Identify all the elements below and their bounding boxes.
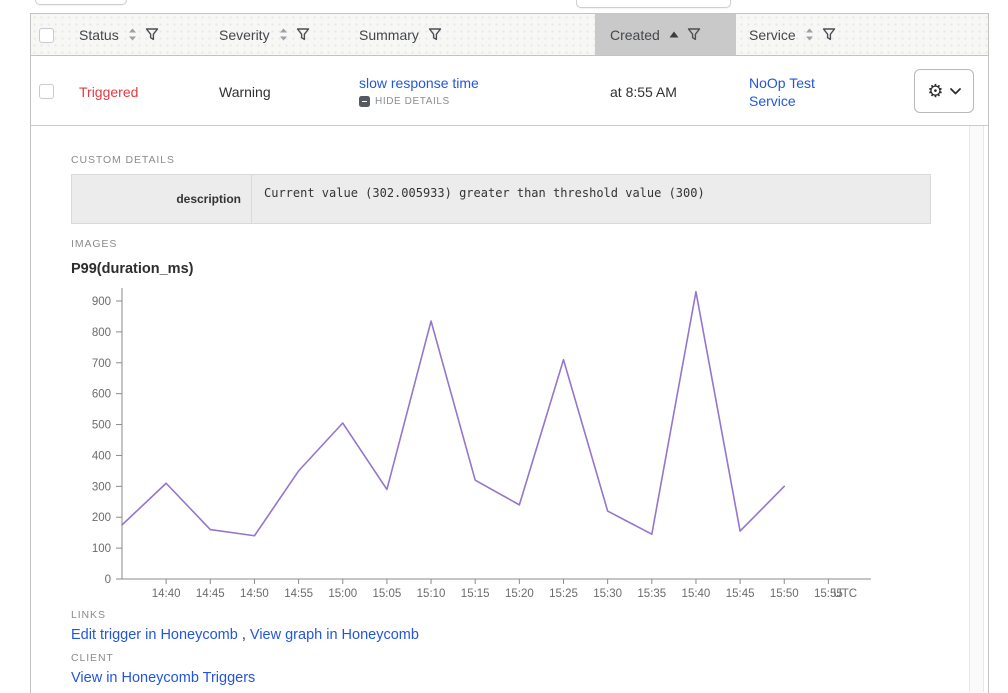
- status-value: Triggered: [79, 84, 138, 100]
- images-label: IMAGES: [71, 238, 988, 250]
- svg-text:100: 100: [92, 543, 111, 555]
- sort-both-icon[interactable]: [279, 28, 288, 41]
- sort-both-icon[interactable]: [805, 28, 814, 41]
- svg-text:15:05: 15:05: [373, 588, 402, 600]
- column-header-status[interactable]: Status: [79, 14, 159, 55]
- svg-text:14:55: 14:55: [284, 588, 313, 600]
- table-header-row: Status Severity Summary: [31, 14, 988, 56]
- client-line: View in Honeycomb Triggers: [71, 670, 988, 686]
- svg-text:400: 400: [92, 450, 111, 462]
- alerts-table: Status Severity Summary: [30, 13, 989, 693]
- collapse-minus-icon: [359, 96, 370, 107]
- alert-details-panel: CUSTOM DETAILS description Current value…: [31, 126, 988, 692]
- links-line: Edit trigger in Honeycomb , View graph i…: [71, 627, 988, 643]
- column-header-service[interactable]: Service: [749, 14, 836, 55]
- svg-text:800: 800: [92, 327, 111, 339]
- row-checkbox[interactable]: [39, 84, 54, 99]
- summary-cell: slow response time HIDE DETAILS: [359, 75, 479, 107]
- column-label: Status: [79, 27, 119, 43]
- created-value: at 8:55 AM: [610, 84, 677, 100]
- column-header-summary[interactable]: Summary: [359, 14, 442, 55]
- edit-trigger-link[interactable]: Edit trigger in Honeycomb: [71, 627, 238, 643]
- summary-link[interactable]: slow response time: [359, 75, 479, 91]
- hide-details-label: HIDE DETAILS: [375, 96, 450, 107]
- filter-funnel-icon[interactable]: [822, 28, 836, 41]
- svg-text:14:45: 14:45: [196, 588, 225, 600]
- svg-text:500: 500: [92, 420, 111, 432]
- chevron-down-icon: [950, 88, 961, 95]
- column-label: Created: [610, 27, 660, 43]
- svg-text:15:20: 15:20: [505, 588, 534, 600]
- detail-value: Current value (302.005933) greater than …: [252, 175, 930, 223]
- custom-details-table: description Current value (302.005933) g…: [71, 174, 931, 224]
- detail-key: description: [72, 175, 252, 223]
- svg-text:15:15: 15:15: [461, 588, 490, 600]
- select-all-checkbox[interactable]: [39, 28, 54, 43]
- custom-details-label: CUSTOM DETAILS: [71, 154, 988, 166]
- alerts-page: Status Severity Summary: [0, 0, 1008, 693]
- toolbar-button-partial-right[interactable]: [576, 0, 731, 8]
- svg-text:15:30: 15:30: [593, 588, 622, 600]
- svg-text:15:25: 15:25: [549, 588, 578, 600]
- svg-text:14:50: 14:50: [240, 588, 269, 600]
- svg-text:15:35: 15:35: [637, 588, 666, 600]
- links-label: LINKS: [71, 609, 988, 621]
- chart-title: P99(duration_ms): [71, 261, 988, 277]
- svg-text:600: 600: [92, 389, 111, 401]
- filter-funnel-icon[interactable]: [687, 28, 701, 41]
- client-label: CLIENT: [71, 652, 988, 664]
- hide-details-toggle[interactable]: HIDE DETAILS: [359, 96, 479, 107]
- table-row: Triggered Warning slow response time HID…: [31, 56, 988, 126]
- filter-funnel-icon[interactable]: [145, 28, 159, 41]
- svg-text:300: 300: [92, 481, 111, 493]
- filter-funnel-icon[interactable]: [428, 28, 442, 41]
- svg-text:15:45: 15:45: [726, 588, 755, 600]
- svg-text:0: 0: [105, 574, 111, 586]
- column-header-created[interactable]: Created: [595, 14, 736, 55]
- svg-text:15:40: 15:40: [682, 588, 711, 600]
- filter-funnel-icon[interactable]: [296, 28, 310, 41]
- column-label: Service: [749, 27, 796, 43]
- service-link[interactable]: NoOp Test Service: [749, 75, 815, 109]
- service-cell: NoOp Test Service: [749, 74, 841, 110]
- svg-text:200: 200: [92, 512, 111, 524]
- column-label: Severity: [219, 27, 270, 43]
- sort-ascending-icon[interactable]: [669, 31, 679, 38]
- view-graph-link[interactable]: View graph in Honeycomb: [250, 627, 419, 643]
- svg-text:700: 700: [92, 358, 111, 370]
- column-header-severity[interactable]: Severity: [219, 14, 310, 55]
- row-actions-button[interactable]: ⚙: [914, 69, 974, 113]
- svg-text:14:40: 14:40: [152, 588, 181, 600]
- svg-text:15:50: 15:50: [770, 588, 799, 600]
- details-scrollbar[interactable]: [969, 126, 984, 692]
- images-chart: 0 100 200 300 400 500 600 700 800 900 14:40 14:45 14…: [71, 279, 871, 601]
- toolbar-button-partial-left[interactable]: [35, 0, 127, 5]
- client-link[interactable]: View in Honeycomb Triggers: [71, 670, 255, 686]
- svg-text:UTC: UTC: [833, 588, 857, 600]
- svg-text:900: 900: [92, 296, 111, 308]
- sort-both-icon[interactable]: [128, 28, 137, 41]
- severity-value: Warning: [219, 84, 271, 100]
- svg-text:15:10: 15:10: [417, 588, 446, 600]
- links-separator: ,: [238, 627, 250, 643]
- svg-text:15:00: 15:00: [328, 588, 357, 600]
- gear-icon: ⚙: [927, 82, 943, 100]
- column-label: Summary: [359, 27, 419, 43]
